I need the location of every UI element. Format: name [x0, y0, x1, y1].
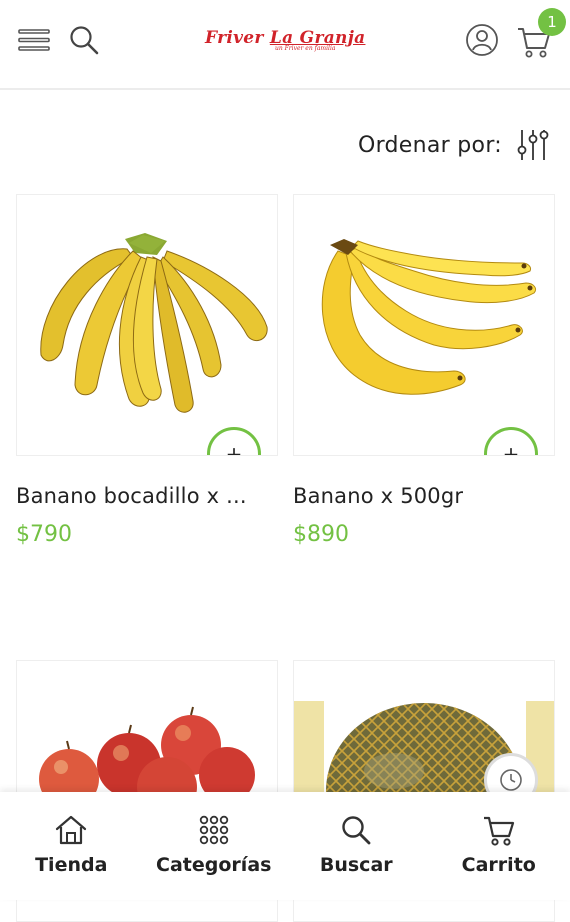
- sort-control[interactable]: Ordenar por:: [358, 128, 550, 162]
- cart-count-badge: 1: [538, 8, 566, 36]
- cart-icon: [482, 814, 516, 846]
- search-button[interactable]: [64, 20, 104, 60]
- add-label: +: [503, 442, 520, 456]
- home-icon: [54, 814, 88, 846]
- product-image-bananas[interactable]: +: [293, 194, 555, 456]
- add-label: +: [226, 442, 243, 456]
- bottom-navigation: Tienda Categorías Buscar Carrito: [0, 792, 570, 900]
- product-name[interactable]: Banano x 500gr: [293, 484, 555, 508]
- account-button[interactable]: [462, 20, 502, 60]
- nav-buscar[interactable]: Buscar: [285, 792, 428, 900]
- logo-tagline: un Friver en familia: [275, 45, 335, 52]
- grid-dots-icon: [198, 814, 230, 846]
- sliders-icon: [516, 128, 550, 162]
- user-circle-icon: [465, 23, 499, 57]
- nav-carrito[interactable]: Carrito: [428, 792, 570, 900]
- nav-label: Buscar: [320, 854, 393, 876]
- product-card[interactable]: + Banano x 500gr $890: [293, 194, 555, 547]
- search-icon: [68, 24, 100, 56]
- top-app-bar: Friver La Granja un Friver en familia 1: [0, 0, 570, 90]
- product-price: $790: [16, 522, 278, 547]
- sort-label: Ordenar por:: [358, 133, 502, 158]
- nav-label: Categorías: [156, 854, 271, 876]
- baby-bananas-image: [17, 195, 277, 455]
- brand-logo[interactable]: Friver La Granja un Friver en familia: [205, 28, 367, 58]
- nav-tienda[interactable]: Tienda: [0, 792, 143, 900]
- hamburger-menu-icon: [18, 28, 50, 52]
- product-image-baby-bananas[interactable]: +: [16, 194, 278, 456]
- nav-label: Tienda: [35, 854, 107, 876]
- nav-categorias[interactable]: Categorías: [143, 792, 286, 900]
- search-icon: [340, 814, 372, 846]
- nav-label: Carrito: [462, 854, 536, 876]
- menu-button[interactable]: [14, 20, 54, 60]
- clock-icon: [499, 768, 523, 792]
- logo-primary: Friver: [205, 28, 264, 48]
- bananas-image: [294, 195, 554, 455]
- product-price: $890: [293, 522, 555, 547]
- product-card[interactable]: + Banano bocadillo x ... $790: [16, 194, 278, 547]
- product-name[interactable]: Banano bocadillo x ...: [16, 484, 278, 508]
